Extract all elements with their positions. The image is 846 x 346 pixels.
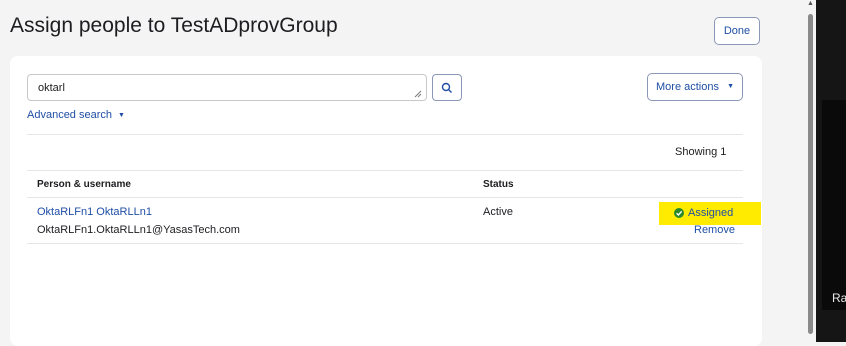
divider <box>27 243 743 244</box>
column-header-person: Person & username <box>37 179 131 190</box>
scroll-thumb[interactable] <box>808 14 813 334</box>
divider <box>27 134 743 135</box>
caret-down-icon: ▼ <box>727 83 734 90</box>
results-count: Showing 1 <box>675 146 727 158</box>
more-actions-label: More actions <box>656 81 719 93</box>
vertical-scrollbar[interactable]: ▲ <box>806 0 816 342</box>
assigned-label: Assigned <box>688 207 734 219</box>
person-username: OktaRLFn1.OktaRLLn1@YasasTech.com <box>37 224 240 236</box>
background-partial-text: Ra <box>832 291 846 305</box>
search-input[interactable] <box>27 74 427 101</box>
remove-link[interactable]: Remove <box>694 224 735 236</box>
column-header-status: Status <box>483 179 514 190</box>
done-button[interactable]: Done <box>714 17 760 45</box>
advanced-search-link[interactable]: Advanced search ▼ <box>27 109 125 121</box>
person-name-link[interactable]: OktaRLFn1 OktaRLLn1 <box>37 206 152 218</box>
advanced-search-label: Advanced search <box>27 109 112 121</box>
assigned-badge: Assigned <box>659 202 761 225</box>
page-title: Assign people to TestADprovGroup <box>10 14 338 37</box>
person-status: Active <box>483 206 513 218</box>
divider <box>27 170 743 171</box>
check-circle-icon <box>674 208 684 218</box>
search-icon <box>441 82 452 93</box>
scroll-up-icon[interactable]: ▲ <box>807 0 814 7</box>
more-actions-button[interactable]: More actions ▼ <box>647 73 743 101</box>
resize-grip-icon[interactable] <box>414 90 422 98</box>
background-panel <box>822 100 846 310</box>
assign-people-modal: Assign people to TestADprovGroup Done Mo… <box>0 0 806 346</box>
search-button[interactable] <box>432 74 462 101</box>
divider <box>27 197 743 198</box>
caret-down-icon: ▼ <box>118 112 125 119</box>
